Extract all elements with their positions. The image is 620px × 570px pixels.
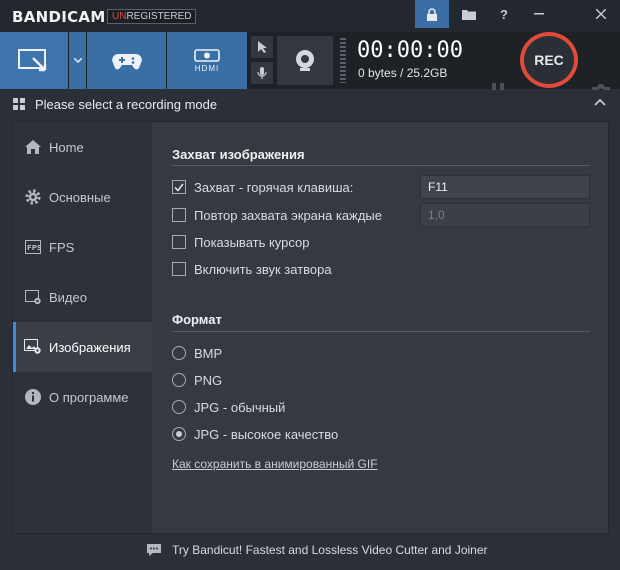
badge-registered: REGISTERED (126, 11, 192, 22)
help-icon: ? (500, 6, 508, 22)
help-button[interactable]: ? (487, 0, 521, 28)
image-settings-icon (24, 338, 42, 356)
radio-selected-dot (176, 431, 182, 437)
gamepad-icon (111, 53, 142, 69)
webcam-icon (296, 49, 314, 71)
format-section-title: Формат (172, 312, 222, 327)
home-icon (24, 138, 42, 156)
jpg-normal-label: JPG - обычный (194, 399, 286, 415)
repeat-label: Повтор захвата экрана каждые (194, 207, 382, 223)
cursor-checkbox[interactable] (172, 235, 186, 249)
chat-bubble-icon (147, 544, 161, 556)
repeat-interval-field: 1,0 (420, 203, 590, 227)
screen-mode-button[interactable] (0, 32, 68, 89)
info-icon (24, 388, 42, 406)
format-option-jpg-high[interactable]: JPG - высокое качество (172, 425, 338, 443)
capture-section-title: Захват изображения (172, 147, 305, 162)
microphone-button[interactable] (251, 62, 273, 84)
sidebar-item-about[interactable]: О программе (13, 372, 152, 422)
format-section-divider (172, 331, 590, 332)
sidebar-item-fps[interactable]: FPS FPS (13, 222, 152, 272)
close-button[interactable] (584, 0, 618, 28)
sidebar-item-images[interactable]: Изображения (13, 322, 152, 372)
minimize-button[interactable] (522, 0, 556, 28)
bmp-radio[interactable] (172, 346, 186, 360)
mode-bar-text: Please select a recording mode (35, 97, 218, 112)
game-mode-button[interactable] (87, 32, 166, 89)
promo-footer[interactable]: Try Bandicut! Fastest and Lossless Video… (0, 540, 620, 564)
fps-icon: FPS (24, 238, 42, 256)
screen-rectangle-icon (18, 48, 47, 71)
cursor-row: Показывать курсор (172, 233, 310, 251)
format-option-bmp[interactable]: BMP (172, 344, 222, 362)
svg-text:FPS: FPS (27, 244, 41, 252)
bmp-label: BMP (194, 345, 223, 361)
unregistered-badge[interactable]: UNREGISTERED (107, 9, 197, 24)
record-button[interactable]: REC (520, 32, 578, 88)
active-indicator (13, 322, 16, 372)
png-label: PNG (194, 372, 223, 388)
promo-text: Try Bandicut! Fastest and Lossless Video… (172, 543, 488, 557)
hdmi-device-icon (194, 48, 220, 62)
lock-button[interactable] (415, 0, 449, 28)
hdmi-mode-button[interactable]: HDMI (167, 32, 247, 89)
repeat-row: Повтор захвата экрана каждые (172, 206, 382, 224)
sidebar-label-home: Home (49, 139, 84, 155)
app-logo: BANDICAM (12, 8, 106, 26)
shutter-checkbox[interactable] (172, 262, 186, 276)
mode-dropdown-button[interactable] (69, 32, 86, 89)
checkmark-icon (174, 183, 184, 192)
webcam-button[interactable] (277, 36, 333, 85)
grid-icon (13, 98, 25, 110)
sidebar: Home Основные FPS FPS Видео Изображения … (13, 122, 152, 533)
png-radio[interactable] (172, 373, 186, 387)
images-settings-content: Захват изображения Захват - горячая клав… (152, 122, 608, 533)
sidebar-label-images: Изображения (49, 339, 131, 355)
recording-mode-bar[interactable]: Please select a recording mode (0, 90, 620, 117)
chevron-down-icon (73, 58, 82, 63)
format-option-png[interactable]: PNG (172, 371, 222, 389)
folder-button[interactable] (452, 0, 486, 28)
hotkey-checkbox[interactable] (172, 180, 186, 194)
lock-icon (427, 7, 437, 21)
jpg-normal-radio[interactable] (172, 400, 186, 414)
sidebar-label-general: Основные (49, 189, 111, 205)
sidebar-item-home[interactable]: Home (13, 122, 152, 172)
cursor-label: Показывать курсор (194, 234, 310, 250)
shutter-row: Включить звук затвора (172, 260, 332, 278)
shutter-label: Включить звук затвора (194, 261, 332, 277)
animated-gif-help-link[interactable]: Как сохранить в анимированный GIF (172, 457, 378, 471)
hotkey-field[interactable]: F11 (420, 175, 590, 199)
sidebar-label-video: Видео (49, 289, 87, 305)
hotkey-label: Захват - горячая клавиша: (194, 179, 354, 195)
capture-section-divider (172, 165, 590, 166)
folder-icon (462, 9, 476, 20)
settings-panel: Home Основные FPS FPS Видео Изображения … (12, 121, 609, 534)
repeat-checkbox[interactable] (172, 208, 186, 222)
sidebar-item-general[interactable]: Основные (13, 172, 152, 222)
jpg-high-radio[interactable] (172, 427, 186, 441)
hotkey-row: Захват - горячая клавиша: (172, 178, 353, 196)
audio-level-meter (340, 38, 346, 83)
chevron-up-icon[interactable] (593, 96, 607, 110)
badge-un: UN (112, 11, 127, 22)
hdmi-label: HDMI (194, 63, 220, 73)
cursor-icon (258, 41, 267, 53)
format-option-jpg-normal[interactable]: JPG - обычный (172, 398, 285, 416)
sidebar-item-video[interactable]: Видео (13, 272, 152, 322)
title-bar: BANDICAM UNREGISTERED ? (0, 0, 620, 32)
gear-icon (24, 188, 42, 206)
recording-timer: 00:00:00 (357, 38, 463, 63)
jpg-high-label: JPG - высокое качество (194, 426, 339, 442)
video-icon (24, 288, 42, 306)
mini-controls (251, 36, 275, 85)
close-icon (596, 9, 606, 19)
microphone-icon (257, 67, 267, 79)
cursor-effect-button[interactable] (251, 36, 273, 58)
minimize-icon (534, 13, 544, 15)
file-size-status: 0 bytes / 25.2GB (358, 66, 448, 80)
sidebar-label-about: О программе (49, 389, 129, 405)
sidebar-label-fps: FPS (49, 239, 75, 255)
